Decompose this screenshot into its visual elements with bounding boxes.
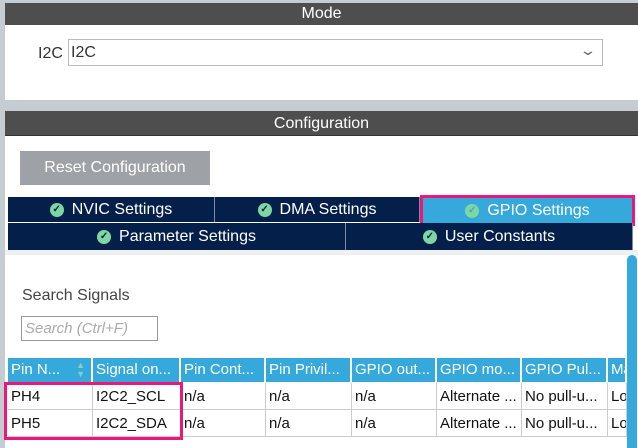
table-cell: n/a [181,383,266,410]
table-cell: n/a [181,410,266,437]
search-signals-label: Search Signals [22,287,130,304]
check-icon: ✓ [465,203,480,218]
tab-label: User Constants [444,227,556,245]
i2c-label: I2C [38,45,63,62]
reset-configuration-button[interactable]: Reset Configuration [20,151,210,185]
tab-gpio-settings[interactable]: ✓ GPIO Settings [420,195,635,226]
sort-icon: ▲ ▼ [76,360,85,379]
table-cell: n/a [352,410,437,437]
table-cell: n/a [266,410,352,437]
table-cell: Alternate ... [437,383,522,410]
divider [5,250,638,255]
check-icon: ✓ [257,202,272,217]
mode-header: Mode [5,3,638,26]
column-header[interactable]: Pin N... ▲ ▼ [8,358,93,382]
column-header[interactable]: GPIO Pul... [522,358,608,382]
table-cell: No pull-u... [522,410,608,437]
check-icon: ✓ [422,229,437,244]
tab-user-constants[interactable]: ✓ User Constants [346,223,633,250]
check-icon: ✓ [97,229,112,244]
tab-label: DMA Settings [279,200,377,218]
table-cell: Lo [608,410,627,437]
header-label: Pin N... [11,361,61,378]
tab-parameter-settings[interactable]: ✓ Parameter Settings [8,223,346,250]
tab-label: Parameter Settings [119,227,256,245]
table-cell: No pull-u... [522,383,608,410]
table-cell: n/a [352,383,437,410]
column-header[interactable]: Signal on... [93,358,181,382]
column-header[interactable]: Pin Cont... [181,358,266,382]
mode-panel: I2C I2C ⌄ [5,25,638,100]
tab-label: GPIO Settings [487,201,590,219]
tab-label: NVIC Settings [71,200,173,218]
select-value: I2C [71,44,96,61]
check-icon: ✓ [49,202,64,217]
tab-dma-settings[interactable]: ✓ DMA Settings [215,197,420,222]
column-header[interactable]: Ma [608,358,627,382]
i2c-mode-select[interactable]: I2C ⌄ [68,39,603,66]
table-cell: Lo [608,383,627,410]
column-header[interactable]: GPIO out... [352,358,437,382]
tab-nvic-settings[interactable]: ✓ NVIC Settings [8,197,215,222]
search-input[interactable]: Search (Ctrl+F) [21,316,158,341]
table-cell: Alternate ... [437,410,522,437]
vertical-scrollbar[interactable] [627,255,637,448]
column-header[interactable]: Pin Privil... [266,358,352,382]
table-cell: n/a [266,383,352,410]
configuration-header: Configuration [5,111,638,136]
highlight-box [4,382,183,440]
chevron-down-icon: ⌄ [579,42,597,58]
column-header[interactable]: GPIO mo... [437,358,522,382]
